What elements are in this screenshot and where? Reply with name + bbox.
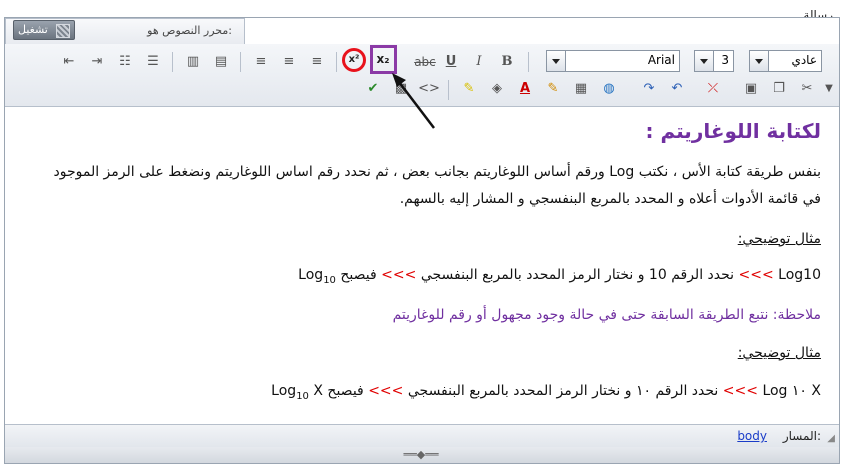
note-line: ملاحظة: نتبع الطريقة السابقة حتى في حالة… bbox=[392, 307, 821, 323]
globe-icon[interactable]: ◍ bbox=[598, 78, 620, 100]
copy-icon[interactable]: ❐ bbox=[768, 78, 790, 100]
font-size-value: 3 bbox=[721, 53, 729, 67]
run-button[interactable]: تشغيل bbox=[13, 20, 75, 40]
example-then: فيصبح bbox=[340, 267, 377, 283]
example-start: Log ١٠ X bbox=[762, 383, 821, 399]
example-start: Log10 bbox=[778, 267, 821, 283]
path-label: المسار: bbox=[782, 429, 821, 443]
paste-icon[interactable]: ▣ bbox=[740, 78, 762, 100]
separator bbox=[172, 52, 173, 72]
bold-button[interactable]: B bbox=[496, 51, 518, 73]
chevron-down-icon bbox=[547, 51, 566, 71]
pattern-icon bbox=[56, 24, 70, 38]
example-arrows: >>> bbox=[368, 383, 404, 399]
example-text: نحدد الرقم ١٠ و نختار الرمز المحدد بالمر… bbox=[407, 383, 719, 399]
example-line: Log10 >>> نحدد الرقم 10 و نختار الرمز ال… bbox=[298, 267, 821, 286]
example-line: Log ١٠ X >>> نحدد الرقم ١٠ و نختار الرمز… bbox=[271, 383, 821, 402]
separator bbox=[448, 80, 449, 100]
paragraph-line: بنفس طريقة كتابة الأس ، نكتب Log ورقم أس… bbox=[53, 164, 822, 180]
font-style-select[interactable]: عادي bbox=[749, 50, 822, 72]
chevron-down-icon[interactable]: ▼ bbox=[818, 78, 840, 100]
example-text: نحدد الرقم 10 و نختار الرمز المحدد بالمر… bbox=[420, 267, 735, 283]
numbered-list-icon[interactable]: ☰ bbox=[142, 51, 164, 73]
pencil-icon[interactable]: ✎ bbox=[542, 78, 564, 100]
example-arrows: >>> bbox=[722, 383, 758, 399]
strikethrough-button[interactable]: abc bbox=[410, 51, 440, 73]
italic-button[interactable]: I bbox=[468, 51, 490, 73]
undo-icon[interactable]: ↶ bbox=[666, 78, 688, 100]
special-char-icon[interactable]: ◈ bbox=[486, 78, 508, 100]
bullet-list-icon[interactable]: ☷ bbox=[114, 51, 136, 73]
copy-icon[interactable]: ▥ bbox=[182, 51, 204, 73]
redo-icon[interactable]: ↷ bbox=[638, 78, 660, 100]
tab-editor-label: محرر النصوص هو: bbox=[147, 24, 232, 37]
content-heading: لكتابة اللوغاريتم : bbox=[645, 119, 822, 143]
separator bbox=[336, 52, 337, 72]
highlight-icon[interactable]: ✎ bbox=[458, 78, 480, 100]
purple-highlight-square bbox=[370, 45, 397, 74]
red-highlight-circle bbox=[342, 48, 366, 72]
table-icon[interactable]: ▦ bbox=[570, 78, 592, 100]
chevron-down-icon bbox=[695, 51, 714, 71]
chevron-down-icon bbox=[750, 51, 769, 71]
run-button-label: تشغيل bbox=[18, 23, 48, 36]
font-style-value: عادي bbox=[791, 53, 817, 67]
example-arrows: >>> bbox=[381, 267, 417, 283]
editor-content[interactable]: لكتابة اللوغاريتم : بنفس طريقة كتابة الأ… bbox=[5, 107, 839, 422]
example-arrows: >>> bbox=[738, 267, 774, 283]
cut-icon[interactable]: ✂ bbox=[796, 78, 818, 100]
outdent-icon[interactable]: ⇤ bbox=[58, 51, 80, 73]
separator bbox=[528, 52, 529, 72]
align-center-icon[interactable]: ≡ bbox=[278, 51, 300, 73]
resize-handle-icon[interactable]: ══◆══ bbox=[385, 449, 457, 461]
paste-icon[interactable]: ▤ bbox=[210, 51, 232, 73]
path-link[interactable]: body bbox=[737, 429, 767, 443]
font-name-value: Arial bbox=[647, 53, 675, 67]
align-right-icon[interactable]: ≡ bbox=[250, 51, 272, 73]
resize-corner-icon[interactable]: ◢ bbox=[827, 433, 835, 444]
font-color-icon[interactable]: A bbox=[514, 78, 536, 100]
example-then: فيصبح bbox=[327, 383, 364, 399]
font-name-select[interactable]: Arial bbox=[546, 50, 680, 72]
indent-icon[interactable]: ⇥ bbox=[86, 51, 108, 73]
align-left-icon[interactable]: ≡ bbox=[306, 51, 328, 73]
separator bbox=[240, 52, 241, 72]
status-bar: المسار: body bbox=[5, 424, 839, 448]
example-title: مثال توضيحي: bbox=[737, 345, 821, 361]
example-result: Log10 X bbox=[271, 383, 323, 402]
remove-link-icon[interactable]: ⤫ bbox=[702, 78, 724, 100]
paragraph-line: في قائمة الأدوات أعلاه و المحدد بالمربع … bbox=[399, 191, 821, 207]
example-title: مثال توضيحي: bbox=[737, 231, 821, 247]
example-result: Log10 bbox=[298, 267, 336, 286]
spellcheck-icon[interactable]: ✔ bbox=[362, 78, 384, 100]
font-size-select[interactable]: 3 bbox=[694, 50, 734, 72]
underline-button[interactable]: U bbox=[440, 51, 462, 73]
